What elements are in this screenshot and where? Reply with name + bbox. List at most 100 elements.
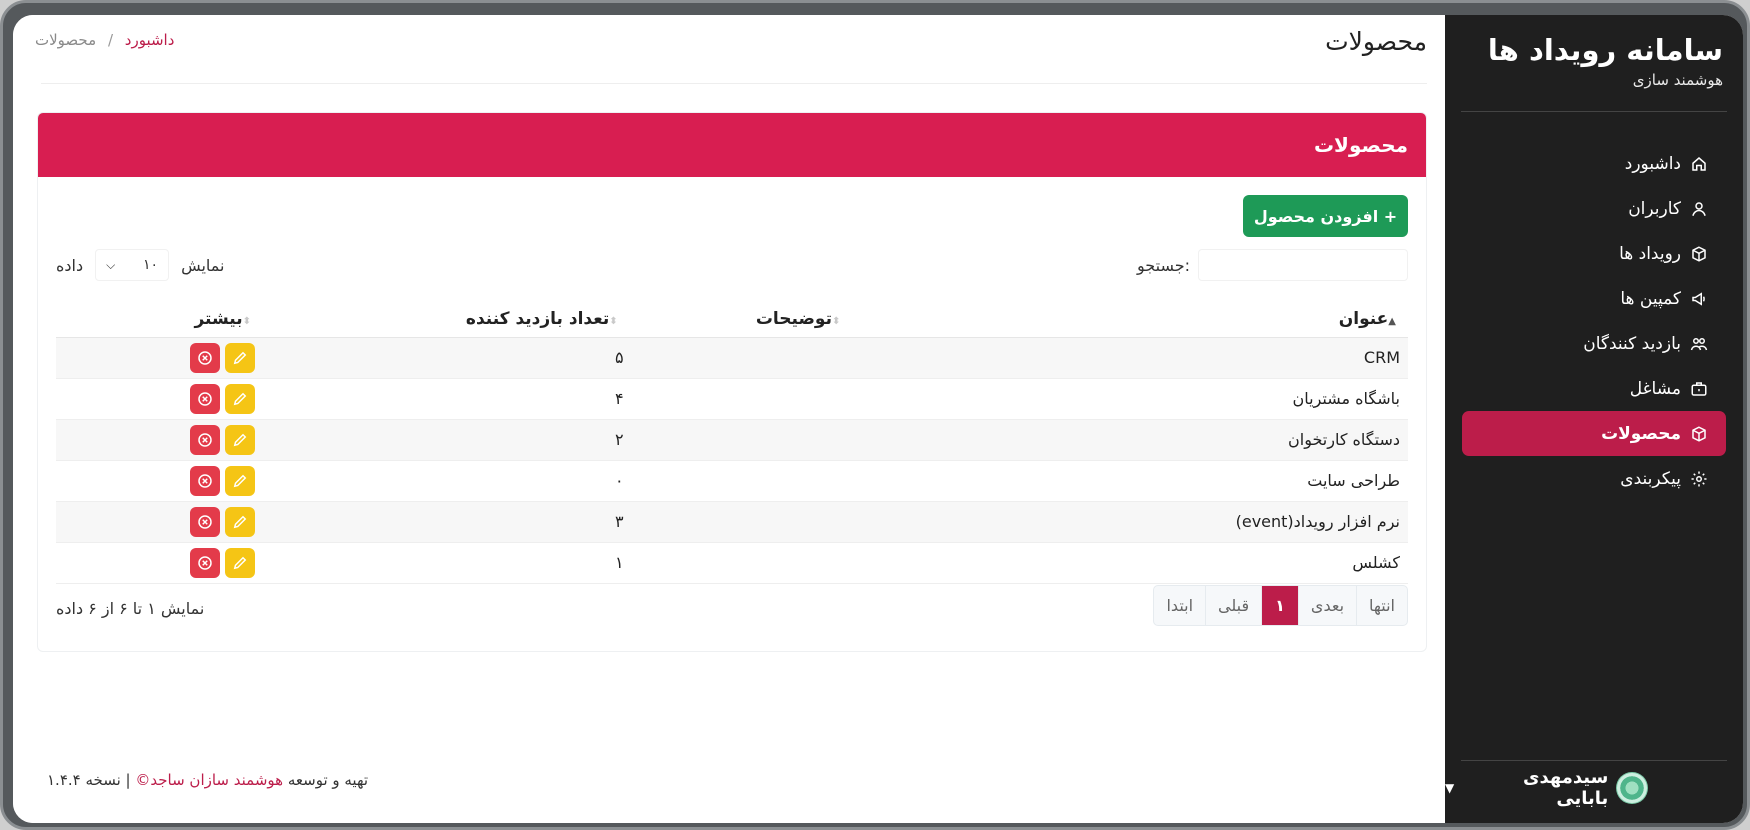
cell-actions — [56, 501, 264, 543]
table-header-row: ▲عنوان ⬍توضیحات ⬍تعداد بازدید کننده ⬍بیش… — [56, 301, 1408, 338]
column-header-visitor-count[interactable]: ⬍تعداد بازدید کننده — [263, 301, 630, 338]
app-screen: سامانه رویداد ها هوشمند سازی داشبورد کار… — [13, 15, 1743, 823]
edit-button[interactable] — [225, 547, 256, 578]
column-label: تعداد بازدید کننده — [465, 308, 610, 329]
user-divider — [1461, 760, 1727, 761]
sidebar-item-users[interactable]: کاربران — [1465, 186, 1723, 231]
sidebar-item-products[interactable]: محصولات — [1462, 411, 1726, 456]
close-circle-icon — [198, 555, 212, 570]
length-suffix: داده — [56, 255, 84, 275]
megaphone-icon — [1689, 289, 1708, 308]
cell-title: طراحی سایت — [852, 460, 1408, 502]
table-row: کشلس ۱ — [56, 542, 1408, 584]
close-circle-icon — [198, 391, 212, 406]
delete-button[interactable] — [190, 383, 221, 414]
page-prev[interactable]: قبلی — [1205, 586, 1261, 625]
search-input[interactable] — [1198, 249, 1408, 281]
cell-description — [629, 460, 853, 502]
cell-actions — [56, 337, 264, 379]
delete-button[interactable] — [190, 342, 221, 373]
app-title: سامانه رویداد ها — [1487, 33, 1723, 67]
page-first[interactable]: ابتدا — [1154, 586, 1205, 625]
pencil-icon — [233, 392, 247, 405]
add-product-button[interactable]: + افزودن محصول — [1243, 195, 1408, 237]
table-row: نرم افزار رویداد(event) ۳ — [56, 501, 1408, 543]
users-icon — [1689, 334, 1708, 353]
sort-icon: ⬍ — [242, 315, 252, 327]
sidebar-item-dashboard[interactable]: داشبورد — [1465, 141, 1723, 186]
edit-button[interactable] — [225, 342, 256, 373]
sidebar-divider — [1461, 111, 1727, 112]
products-table: ▲عنوان ⬍توضیحات ⬍تعداد بازدید کننده ⬍بیش… — [56, 301, 1408, 584]
delete-button[interactable] — [190, 506, 221, 537]
table-row: باشگاه مشتریان ۴ — [56, 378, 1408, 420]
delete-button[interactable] — [190, 424, 221, 455]
delete-button[interactable] — [190, 465, 221, 496]
header-divider — [41, 83, 1427, 84]
sidebar-item-label: پیکربندی — [1620, 468, 1681, 489]
page-length-select[interactable]: ۱۰ ⌵ — [95, 249, 170, 281]
cell-description — [629, 378, 853, 420]
column-label: بیشتر — [194, 308, 243, 329]
briefcase-icon — [1689, 379, 1708, 398]
user-menu[interactable]: سیدمهدی بابایی ▼ — [1445, 767, 1648, 809]
column-header-title[interactable]: ▲عنوان — [852, 301, 1408, 338]
edit-button[interactable] — [225, 506, 256, 537]
breadcrumb-separator: / — [107, 31, 113, 49]
device-frame: سامانه رویداد ها هوشمند سازی داشبورد کار… — [0, 0, 1750, 830]
breadcrumb-link-dashboard[interactable]: داشبورد — [125, 31, 175, 49]
gear-icon — [1689, 469, 1708, 488]
sidebar-item-label: کاربران — [1628, 198, 1681, 219]
edit-button[interactable] — [225, 383, 256, 414]
cell-visitor-count: ۴ — [263, 378, 630, 420]
column-header-more[interactable]: ⬍بیشتر — [56, 301, 264, 338]
footer-prefix: تهیه و توسعه — [287, 771, 369, 789]
home-icon — [1689, 154, 1708, 173]
products-card: محصولات + افزودن محصول :جستجو نمایش ۱۰ ⌵… — [37, 112, 1427, 652]
user-icon — [1689, 199, 1708, 218]
edit-button[interactable] — [225, 424, 256, 455]
sidebar-item-label: رویداد ها — [1619, 243, 1681, 264]
cell-title: نرم افزار رویداد(event) — [852, 501, 1408, 543]
sort-asc-icon: ▲ — [1388, 315, 1396, 327]
cell-visitor-count: ۲ — [263, 419, 630, 461]
sidebar-nav: داشبورد کاربران رویداد ها کمپین ها بازدی… — [1462, 141, 1726, 501]
cell-actions — [56, 378, 264, 420]
cell-actions — [56, 542, 264, 584]
sidebar-item-events[interactable]: رویداد ها — [1465, 231, 1723, 276]
cell-actions — [56, 419, 264, 461]
page-length: نمایش ۱۰ ⌵ داده — [56, 249, 225, 281]
cell-description — [629, 501, 853, 543]
cell-title: باشگاه مشتریان — [852, 378, 1408, 420]
column-header-description[interactable]: ⬍توضیحات — [629, 301, 853, 338]
length-prefix: نمایش — [181, 255, 225, 275]
sidebar-item-settings[interactable]: پیکربندی — [1465, 456, 1723, 501]
delete-button[interactable] — [190, 547, 221, 578]
page-title: محصولات — [1325, 27, 1427, 56]
column-label: عنوان — [1338, 308, 1389, 329]
table-row: طراحی سایت ۰ — [56, 460, 1408, 502]
footer-version: | نسخه ۱.۴.۴ — [47, 771, 131, 789]
box-icon — [1689, 424, 1708, 443]
page-next[interactable]: بعدی — [1297, 586, 1356, 625]
close-circle-icon — [198, 473, 212, 488]
edit-button[interactable] — [225, 465, 256, 496]
sidebar-item-visitors[interactable]: بازدید کنندگان — [1465, 321, 1723, 366]
pencil-icon — [233, 474, 247, 487]
caret-down-icon: ▼ — [1445, 781, 1455, 795]
sidebar-item-label: کمپین ها — [1620, 288, 1681, 309]
sidebar: سامانه رویداد ها هوشمند سازی داشبورد کار… — [1445, 15, 1743, 823]
brand: سامانه رویداد ها هوشمند سازی — [1445, 15, 1743, 89]
footer-company-link[interactable]: هوشمند سازان ساجد© — [135, 771, 283, 789]
page-current[interactable]: ۱ — [1261, 586, 1298, 625]
page-last[interactable]: انتها — [1356, 586, 1407, 625]
table-row: دستگاه کارتخوان ۲ — [56, 419, 1408, 461]
cell-description — [629, 419, 853, 461]
sidebar-item-jobs[interactable]: مشاغل — [1465, 366, 1723, 411]
sidebar-item-campaigns[interactable]: کمپین ها — [1465, 276, 1723, 321]
pagination: انتها بعدی ۱ قبلی ابتدا — [1153, 585, 1408, 626]
cell-title: دستگاه کارتخوان — [852, 419, 1408, 461]
sidebar-item-label: مشاغل — [1629, 378, 1681, 399]
pencil-icon — [233, 351, 247, 364]
cell-description — [629, 542, 853, 584]
